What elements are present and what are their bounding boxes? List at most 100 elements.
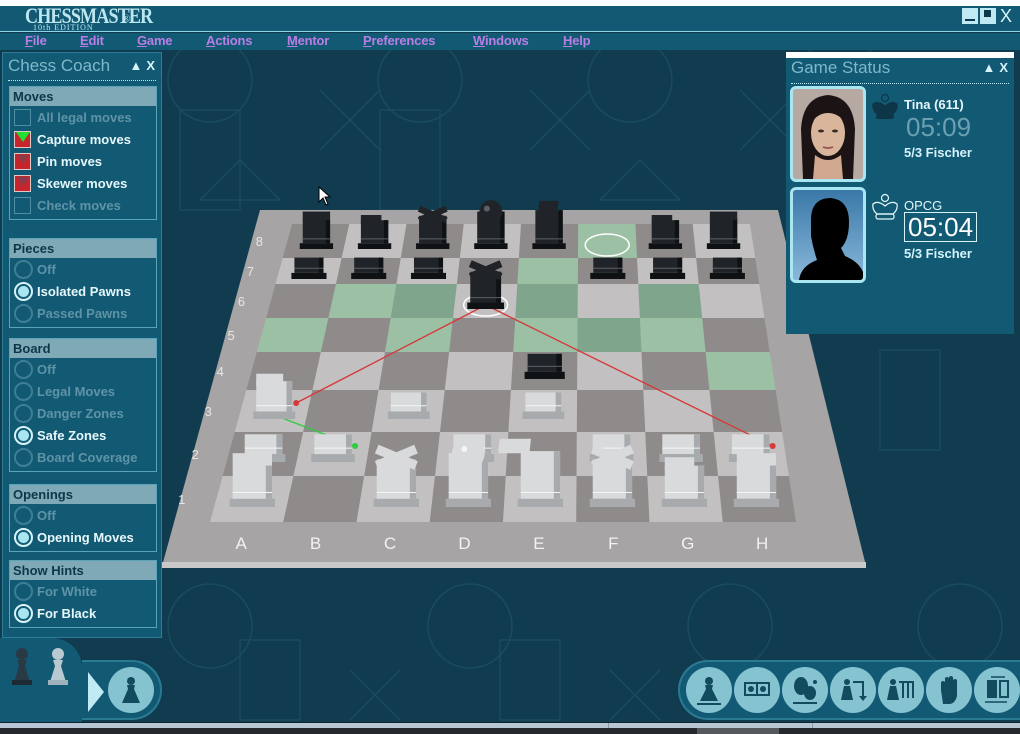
radio-off[interactable]: Off [10, 358, 156, 380]
menu-preferences[interactable]: Preferences [363, 33, 435, 48]
taskbar-item[interactable] [697, 728, 779, 734]
radio-empty-icon[interactable] [14, 359, 33, 379]
board-square-f3[interactable] [576, 390, 646, 432]
players-button[interactable] [734, 667, 780, 713]
black-king-e8[interactable] [532, 200, 566, 249]
board-square-a6[interactable] [266, 284, 336, 318]
checkbox-check-moves[interactable]: Check moves [10, 194, 156, 216]
play-arrow-icon[interactable] [88, 672, 104, 712]
flip-board-button[interactable] [974, 667, 1020, 713]
take-back-button[interactable] [830, 667, 876, 713]
board-square-h3[interactable] [709, 390, 783, 432]
stop-button[interactable] [926, 667, 972, 713]
menu-help[interactable]: Help [563, 33, 591, 48]
collapse-panel-icon[interactable]: ▲ [982, 60, 995, 75]
maximize-icon[interactable] [980, 8, 996, 24]
board-square-b6[interactable] [328, 284, 397, 318]
board-square-f6[interactable] [577, 284, 640, 318]
board-square-a5[interactable] [256, 318, 329, 352]
menu-file[interactable]: File [25, 33, 47, 48]
menu-actions[interactable]: Actions [206, 33, 252, 48]
white-pawn-e3[interactable] [522, 392, 565, 419]
board-square-f4[interactable] [577, 352, 644, 390]
close-icon[interactable]: X [998, 7, 1014, 25]
black-pawn-g7[interactable] [650, 257, 686, 279]
menu-game[interactable]: Game [137, 33, 173, 48]
chess-board[interactable]: A B C D E F G H 1 2 3 4 5 678 [160, 200, 880, 580]
radio-off[interactable]: Off [10, 258, 156, 280]
board-square-d3[interactable] [440, 390, 511, 432]
menu-edit[interactable]: Edit [80, 33, 104, 48]
mentor-button[interactable] [782, 667, 828, 713]
checkbox-capture-moves[interactable]: Capture moves [10, 128, 156, 150]
collapse-panel-icon[interactable]: ▲ [129, 58, 142, 73]
board-square-d5[interactable] [449, 318, 516, 352]
checkbox-checked-icon[interactable] [14, 152, 31, 170]
board-square-b4[interactable] [312, 352, 386, 390]
board-square-h5[interactable] [702, 318, 770, 352]
radio-empty-icon[interactable] [14, 505, 33, 525]
radio-opening-moves[interactable]: Opening Moves [10, 526, 156, 548]
checkbox-checked-icon[interactable] [14, 174, 31, 192]
board-square-b1[interactable] [283, 476, 365, 522]
checkbox-skewer-moves[interactable]: Skewer moves [10, 172, 156, 194]
radio-empty-icon[interactable] [14, 303, 33, 323]
radio-board-coverage[interactable]: Board Coverage [10, 446, 156, 468]
checkbox-empty-icon[interactable] [14, 196, 31, 214]
black-pawn-icon[interactable] [12, 648, 32, 685]
player-portrait-tina[interactable] [790, 86, 866, 182]
board-square-g5[interactable] [639, 318, 706, 352]
menu-windows[interactable]: Windows [473, 33, 529, 48]
radio-for-white[interactable]: For White [10, 580, 156, 602]
board-square-g4[interactable] [641, 352, 710, 390]
board-square-c6[interactable] [390, 284, 457, 318]
white-rook-h1[interactable] [733, 453, 780, 507]
checkbox-checked-icon[interactable] [14, 130, 31, 148]
radio-empty-icon[interactable] [14, 581, 33, 601]
board-square-e6[interactable] [515, 284, 578, 318]
radio-empty-icon[interactable] [14, 381, 33, 401]
radio-empty-icon[interactable] [14, 403, 33, 423]
radio-selected-icon[interactable] [14, 425, 33, 445]
board-square-c4[interactable] [378, 352, 450, 390]
white-rook-a1[interactable] [229, 453, 276, 507]
board-square-h6[interactable] [698, 284, 765, 318]
board-square-h4[interactable] [705, 352, 776, 390]
radio-empty-icon[interactable] [14, 259, 33, 279]
radio-danger-zones[interactable]: Danger Zones [10, 402, 156, 424]
mode-button[interactable] [108, 667, 154, 713]
black-rook-h8[interactable] [706, 211, 741, 249]
white-pawn-c3[interactable] [387, 392, 430, 419]
black-pawn-f7[interactable] [590, 257, 626, 279]
new-game-button[interactable] [686, 667, 732, 713]
black-pawn-h7[interactable] [709, 257, 745, 279]
radio-selected-icon[interactable] [14, 281, 33, 301]
radio-selected-icon[interactable] [14, 527, 33, 547]
minimize-icon[interactable] [962, 8, 978, 24]
radio-safe-zones[interactable]: Safe Zones [10, 424, 156, 446]
board-square-d4[interactable] [444, 352, 514, 390]
black-rook-a8[interactable] [299, 211, 334, 249]
radio-off[interactable]: Off [10, 504, 156, 526]
black-pawn-c7[interactable] [410, 257, 447, 279]
player-portrait-opcg[interactable] [790, 187, 866, 283]
close-panel-icon[interactable]: X [146, 58, 155, 73]
menu-mentor[interactable]: Mentor [287, 33, 329, 48]
checkbox-pin-moves[interactable]: Pin moves [10, 150, 156, 172]
black-pawn-e4[interactable] [524, 353, 565, 379]
black-pawn-a7[interactable] [291, 257, 327, 279]
checkbox-all-legal-moves[interactable]: All legal moves [10, 106, 156, 128]
board-square-f5[interactable] [577, 318, 642, 352]
black-queen-d8[interactable] [474, 200, 508, 249]
radio-empty-icon[interactable] [14, 447, 33, 467]
close-panel-icon[interactable]: X [999, 60, 1008, 75]
black-pawn-b7[interactable] [351, 257, 387, 279]
radio-passed-pawns[interactable]: Passed Pawns [10, 302, 156, 324]
checkbox-empty-icon[interactable] [14, 108, 31, 126]
board-square-c5[interactable] [385, 318, 454, 352]
radio-selected-icon[interactable] [14, 603, 33, 623]
radio-isolated-pawns[interactable]: Isolated Pawns [10, 280, 156, 302]
board-square-b3[interactable] [303, 390, 379, 432]
take-back-all-button[interactable] [878, 667, 924, 713]
board-square-g3[interactable] [643, 390, 714, 432]
